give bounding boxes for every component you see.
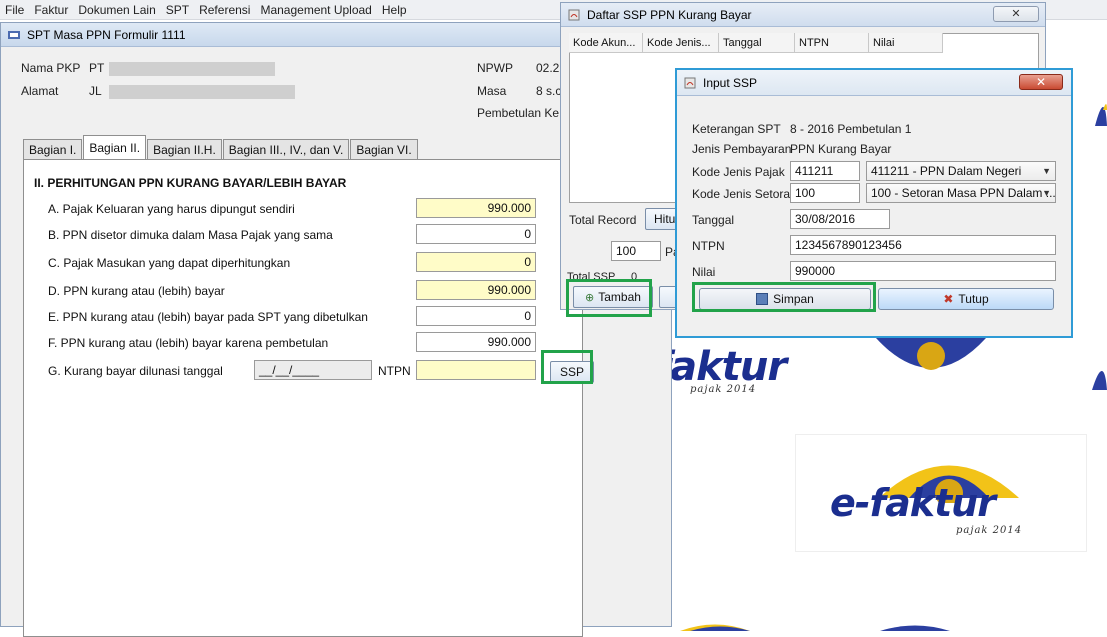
row-d-label: D. PPN kurang atau (lebih) bayar — [48, 284, 225, 298]
menu-file[interactable]: File — [0, 3, 29, 17]
cancel-icon: ✖ — [943, 292, 954, 306]
daftar-ssp-title: Daftar SSP PPN Kurang Bayar — [587, 7, 752, 22]
app-icon — [8, 30, 20, 39]
row-e-label: E. PPN kurang atau (lebih) bayar pada SP… — [48, 310, 368, 324]
row-a-label: A. Pajak Keluaran yang harus dipungut se… — [48, 202, 295, 216]
tab-bagian-1[interactable]: Bagian I. — [23, 139, 83, 159]
menu-faktur[interactable]: Faktur — [29, 3, 73, 17]
row-b-value[interactable]: 0 — [416, 224, 536, 244]
ssp-list-header: Kode Akun... Kode Jenis... Tanggal NTPN … — [569, 33, 943, 53]
logo-tag: pajak 2014 — [690, 384, 757, 395]
menu-referensi[interactable]: Referensi — [194, 3, 255, 17]
masa-label: Masa — [477, 84, 507, 98]
bg-logo-mid — [876, 338, 986, 410]
tutup-label: Tutup — [958, 292, 989, 306]
page-size-field[interactable]: 100 — [611, 241, 661, 261]
total-record-label: Total Record — [569, 213, 637, 227]
menu-help[interactable]: Help — [377, 3, 412, 17]
tab-bagian-2h[interactable]: Bagian II.H. — [147, 139, 222, 159]
kode-jenis-pajak-field[interactable]: 411211 — [790, 161, 860, 181]
col-tanggal[interactable]: Tanggal — [719, 33, 795, 52]
kode-jenis-pajak-option: 411211 - PPN Dalam Negeri — [871, 164, 1022, 178]
row-b-label: B. PPN disetor dimuka dalam Masa Pajak y… — [48, 228, 333, 242]
col-kode-jenis[interactable]: Kode Jenis... — [643, 33, 719, 52]
kode-jenis-pajak-label: Kode Jenis Pajak — [692, 165, 785, 179]
row-e-value[interactable]: 0 — [416, 306, 536, 326]
row-a-value[interactable]: 990.000 — [416, 198, 536, 218]
redacted-nama — [109, 62, 275, 76]
menu-spt[interactable]: SPT — [161, 3, 194, 17]
tambah-button-highlight — [566, 279, 652, 317]
logo-tag: pajak 2014 — [956, 525, 1023, 536]
row-g-label: G. Kurang bayar dilunasi tanggal — [48, 364, 223, 378]
java-app-icon — [684, 77, 696, 88]
alamat-label: Alamat — [21, 84, 59, 98]
umbrella-logo-icon — [876, 338, 986, 370]
kode-jenis-setoran-field[interactable]: 100 — [790, 183, 860, 203]
row-g-ntpn-field[interactable] — [416, 360, 536, 380]
bg-logo-right-mid — [1062, 338, 1107, 410]
menu-management-upload[interactable]: Management Upload — [255, 3, 376, 17]
section-tabs: Bagian I. Bagian II. Bagian II.H. Bagian… — [23, 135, 419, 159]
ssp-button-highlight — [541, 350, 593, 384]
tanggal-field[interactable]: 30/08/2016 — [790, 209, 890, 229]
input-close-button[interactable]: ✕ — [1019, 74, 1063, 90]
bagian-2-panel: II. PERHITUNGAN PPN KURANG BAYAR/LEBIH B… — [23, 159, 594, 637]
alamat-value: JL — [89, 84, 102, 98]
jenis-pembayaran-value: PPN Kurang Bayar — [790, 142, 892, 156]
row-f-label: F. PPN kurang atau (lebih) bayar karena … — [48, 336, 329, 350]
kode-jenis-setoran-option: 100 - Setoran Masa PPN Dalam ... — [871, 186, 1056, 200]
kode-jenis-setoran-label: Kode Jenis Setoran — [692, 187, 797, 201]
close-icon: ✕ — [1011, 8, 1021, 20]
col-ntpn[interactable]: NTPN — [795, 33, 869, 52]
ntpn-field[interactable]: 1234567890123456 — [790, 235, 1056, 255]
close-icon: ✕ — [1035, 75, 1047, 89]
spt-window-title: SPT Masa PPN Formulir 1111 — [27, 27, 186, 42]
keterangan-value: 8 - 2016 Pembetulan 1 — [790, 122, 912, 136]
row-g-ntpn-label: NTPN — [378, 364, 411, 378]
nilai-label: Nilai — [692, 265, 716, 279]
npwp-value: 02.2 — [536, 61, 560, 75]
bg-logo-left: e-faktur pajak 2014 — [672, 338, 792, 408]
kode-jenis-pajak-select[interactable]: 411211 - PPN Dalam Negeri ▼ — [866, 161, 1056, 181]
daftar-ssp-titlebar[interactable]: Daftar SSP PPN Kurang Bayar — [561, 3, 1045, 27]
tab-bagian-6[interactable]: Bagian VI. — [350, 139, 418, 159]
input-ssp-title: Input SSP — [703, 75, 758, 90]
col-nilai[interactable]: Nilai — [869, 33, 943, 52]
row-d-value[interactable]: 990.000 — [416, 280, 536, 300]
pembetulan-label: Pembetulan Ke — [477, 106, 560, 120]
npwp-label: NPWP — [477, 61, 513, 75]
chevron-down-icon: ▼ — [1042, 188, 1051, 198]
java-app-icon — [568, 9, 580, 20]
row-f-value[interactable]: 990.000 — [416, 332, 536, 352]
tab-bagian-3-4-5[interactable]: Bagian III., IV., dan V. — [222, 139, 350, 159]
row-c-value[interactable]: 0 — [416, 252, 536, 272]
tanggal-label: Tanggal — [692, 213, 735, 227]
daftar-close-button[interactable]: ✕ — [993, 6, 1039, 22]
umbrella-logo-icon — [1092, 371, 1107, 390]
bg-logo-center: e-faktur pajak 2014 — [795, 434, 1087, 552]
input-ssp-titlebar[interactable]: Input SSP — [677, 70, 1071, 96]
logo-word: e-faktur — [830, 481, 996, 525]
nilai-field[interactable]: 990000 — [790, 261, 1056, 281]
masa-value: 8 s.c — [536, 84, 562, 98]
section-title: II. PERHITUNGAN PPN KURANG BAYAR/LEBIH B… — [34, 176, 347, 190]
simpan-button-highlight — [692, 282, 876, 312]
keterangan-label: Keterangan SPT — [692, 122, 781, 136]
menu-dokumen-lain[interactable]: Dokumen Lain — [73, 3, 160, 17]
row-c-label: C. Pajak Masukan yang dapat diperhitungk… — [48, 256, 291, 270]
nama-pkp-value: PT — [89, 61, 105, 75]
ntpn-label: NTPN — [692, 239, 725, 253]
tutup-button[interactable]: ✖ Tutup — [878, 288, 1054, 310]
nama-pkp-label: Nama PKP — [21, 61, 81, 75]
kode-jenis-setoran-select[interactable]: 100 - Setoran Masa PPN Dalam ... ▼ — [866, 183, 1056, 203]
redacted-alamat — [109, 85, 295, 99]
col-kode-akun[interactable]: Kode Akun... — [569, 33, 643, 52]
tab-bagian-2[interactable]: Bagian II. — [83, 135, 147, 159]
jenis-pembayaran-label: Jenis Pembayaran — [692, 142, 792, 156]
row-g-date-field[interactable]: __/__/____ — [254, 360, 372, 380]
chevron-down-icon: ▼ — [1042, 166, 1051, 176]
